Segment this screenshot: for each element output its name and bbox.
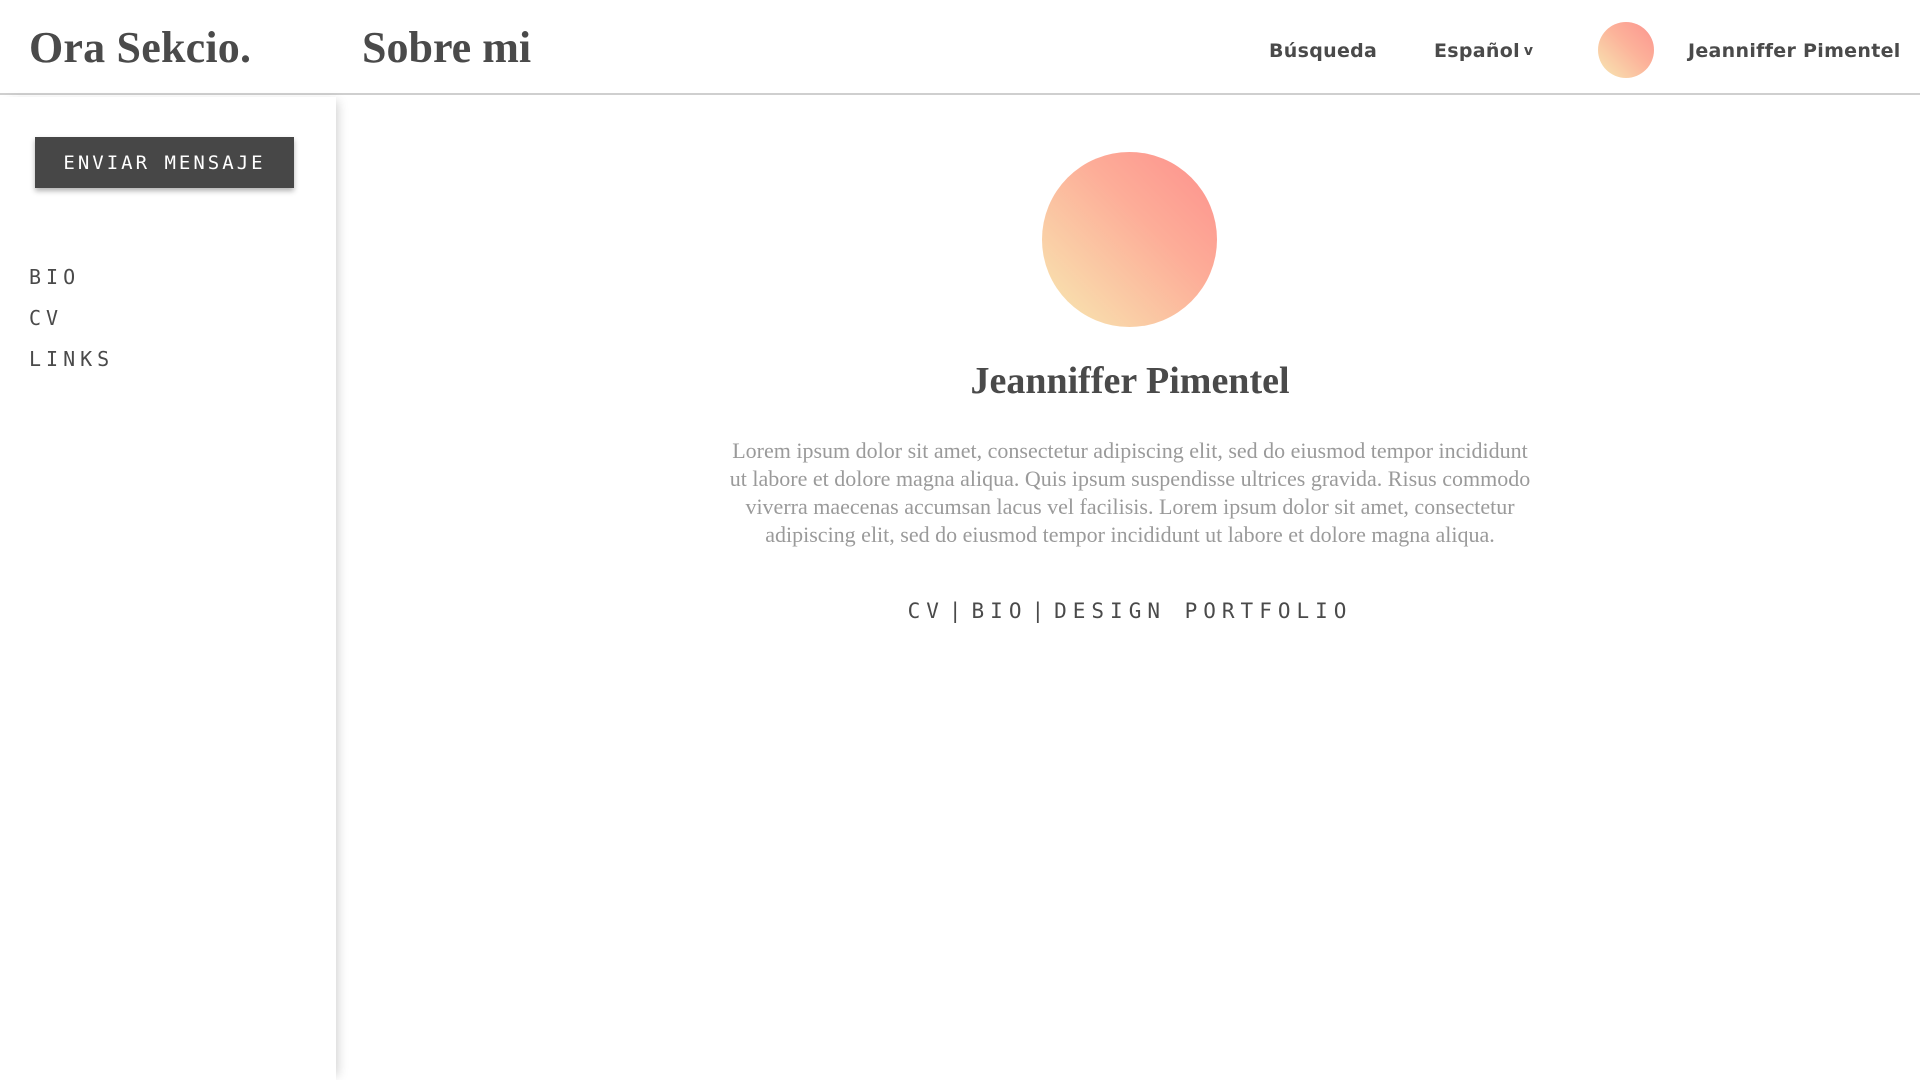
sidebar-menu: BIO CV LINKS	[29, 257, 114, 380]
user-name-link[interactable]: Jeanniffer Pimentel	[1688, 40, 1901, 62]
profile-avatar	[1042, 152, 1217, 327]
main-content: Jeanniffer Pimentel Lorem ipsum dolor si…	[336, 97, 1920, 1080]
link-separator: |	[1031, 599, 1051, 623]
link-bio[interactable]: BIO	[972, 599, 1028, 623]
top-header: Ora Sekcio. Sobre mi Búsqueda Español v J…	[0, 0, 1920, 95]
page-title: Sobre mi	[362, 23, 532, 72]
link-separator: |	[948, 599, 968, 623]
brand-logo[interactable]: Ora Sekcio.	[29, 22, 251, 73]
profile-bio: Lorem ipsum dolor sit amet, consectetur …	[729, 438, 1531, 547]
profile-links: CV | BIO | DESIGN PORTFOLIO	[336, 599, 1920, 623]
sidebar-item-bio[interactable]: BIO	[29, 257, 114, 298]
chevron-down-icon: v	[1523, 43, 1534, 59]
search-link[interactable]: Búsqueda	[1269, 40, 1377, 62]
language-label: Español	[1434, 40, 1520, 62]
user-avatar[interactable]	[1598, 22, 1654, 78]
profile-name: Jeanniffer Pimentel	[970, 360, 1290, 402]
sidebar: ENVIAR MENSAJE BIO CV LINKS	[0, 97, 336, 1080]
send-message-button[interactable]: ENVIAR MENSAJE	[35, 137, 294, 188]
sidebar-item-cv[interactable]: CV	[29, 298, 114, 339]
language-selector[interactable]: Español v	[1434, 40, 1533, 62]
sidebar-item-links[interactable]: LINKS	[29, 339, 114, 380]
link-design-portfolio[interactable]: DESIGN PORTFOLIO	[1054, 599, 1352, 623]
link-cv[interactable]: CV	[908, 599, 945, 623]
